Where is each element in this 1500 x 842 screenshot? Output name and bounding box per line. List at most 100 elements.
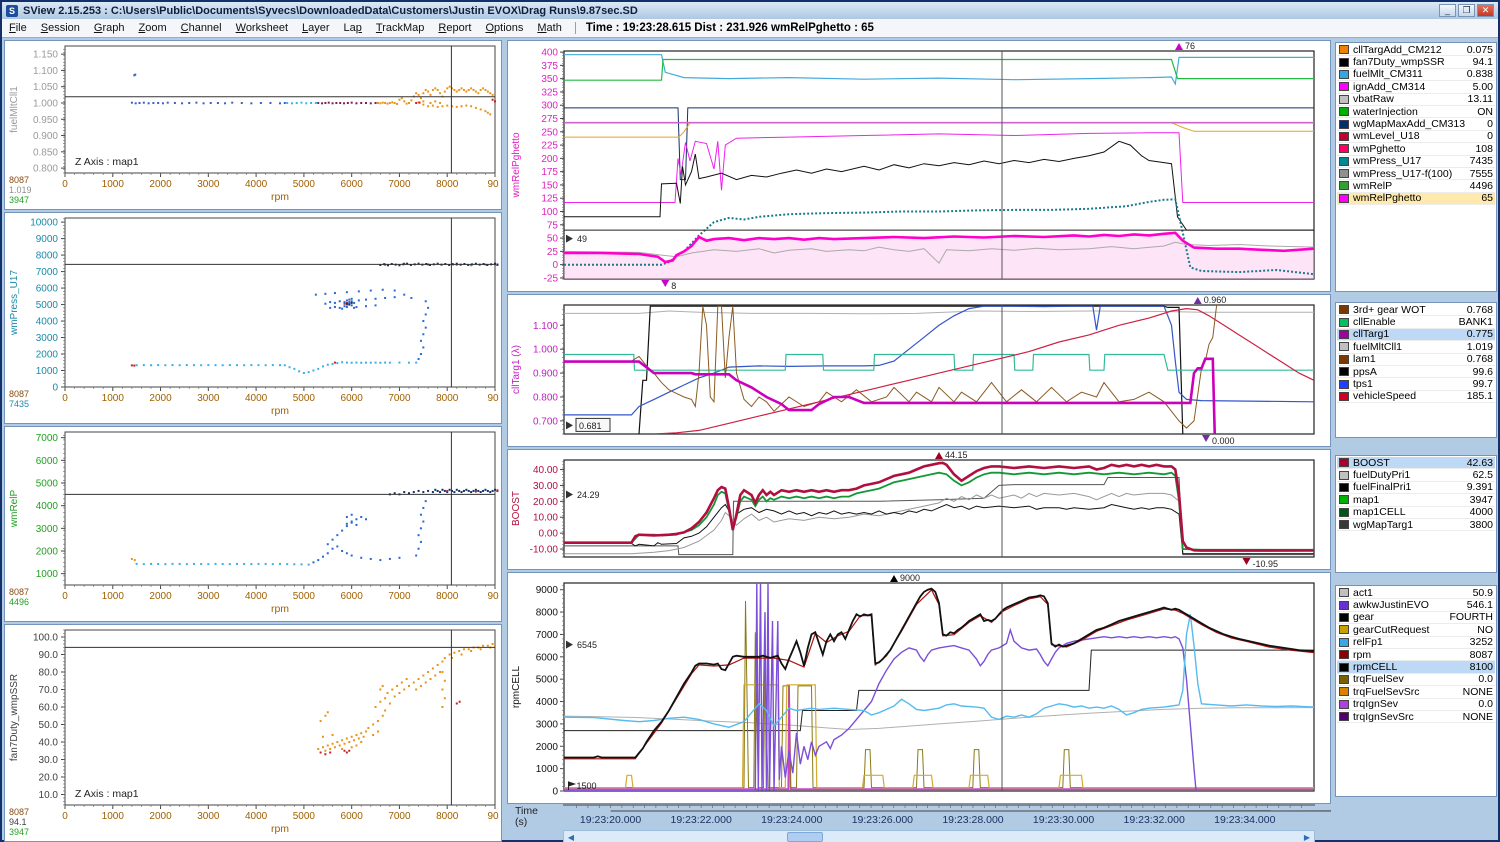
xy-chart-wmPress_U17[interactable]: 1000090008000700060005000400030002000100…: [4, 212, 502, 424]
channel-row-vehicleSpeed[interactable]: vehicleSpeed185.1: [1337, 391, 1495, 403]
minimize-button[interactable]: _: [1439, 4, 1456, 17]
channel-row-map1CELL[interactable]: map1CELL4000: [1337, 507, 1495, 519]
channel-row-3rdgearWOT[interactable]: 3rd+ gear WOT0.768: [1337, 304, 1495, 316]
menu-options[interactable]: Options: [478, 20, 530, 36]
channel-row-fuelMltCM311[interactable]: fuelMlt_CM3110.838: [1337, 69, 1495, 81]
channel-value: 62.5: [1473, 469, 1493, 481]
channel-row-wmPghetto[interactable]: wmPghetto108: [1337, 143, 1495, 155]
svg-text:BOOST: BOOST: [511, 491, 522, 526]
svg-text:2000: 2000: [536, 742, 559, 753]
channel-row-wmPressU17f100[interactable]: wmPress_U17-f(100)7555: [1337, 168, 1495, 180]
channel-row-rpm[interactable]: rpm8087: [1337, 649, 1495, 661]
channel-row-wmLevelU18[interactable]: wmLevel_U180: [1337, 131, 1495, 143]
channel-row-awkwJustinEVO[interactable]: awkwJustinEVO546.1: [1337, 599, 1495, 611]
channel-row-trqIgnSevSrc[interactable]: trqIgnSevSrcNONE: [1337, 711, 1495, 723]
channel-value: 99.6: [1473, 366, 1493, 378]
xy-chart-wmRelP[interactable]: 7000600050004000300020001000010002000300…: [4, 426, 502, 622]
svg-text:40.0: 40.0: [39, 738, 59, 749]
svg-text:275: 275: [541, 114, 558, 125]
svg-text:1000: 1000: [102, 591, 125, 602]
channel-row-wmPressU17[interactable]: wmPress_U177435: [1337, 156, 1495, 168]
menu-trackmap[interactable]: TrackMap: [369, 20, 432, 36]
menu-zoom[interactable]: Zoom: [131, 20, 173, 36]
menu-worksheet[interactable]: Worksheet: [229, 20, 295, 36]
channel-row-rpmCELL[interactable]: rpmCELL8100: [1337, 661, 1495, 673]
channel-row-trqFuelSev[interactable]: trqFuelSev0.0: [1337, 674, 1495, 686]
svg-text:125: 125: [541, 194, 558, 205]
ts-chart-rpmCELL[interactable]: 9000800070006000500040003000200010000900…: [507, 572, 1331, 804]
xy-chart-column: 1.1501.1001.0501.0000.9500.9000.8500.800…: [4, 40, 504, 842]
menu-session[interactable]: Session: [34, 20, 87, 36]
svg-text:1000: 1000: [102, 393, 125, 404]
channel-row-BOOST[interactable]: BOOST42.63: [1337, 457, 1495, 469]
channel-row-act1[interactable]: act150.9: [1337, 587, 1495, 599]
channel-row-gearCutRequest[interactable]: gearCutRequestNO: [1337, 624, 1495, 636]
menu-channel[interactable]: Channel: [174, 20, 229, 36]
channel-panels-column: cllTargAdd_CM2120.075fan7Duty_wmpSSR94.1…: [1335, 42, 1499, 842]
ts-chart-cllTarg1[interactable]: 1.1001.0000.9000.8000.7000.9600.0000.681…: [507, 294, 1331, 447]
channel-name: map1CELL: [1353, 506, 1470, 518]
channel-row-cllEnable[interactable]: cllEnableBANK1: [1337, 316, 1495, 328]
channel-row-cllTarg1[interactable]: cllTarg10.775: [1337, 329, 1495, 341]
channel-row-fan7DutywmpSSR[interactable]: fan7Duty_wmpSSR94.1: [1337, 56, 1495, 68]
xy-chart-fuelMltCll1[interactable]: 1.1501.1001.0501.0000.9500.9000.8500.800…: [4, 40, 502, 210]
channel-row-cllTargAddCM212[interactable]: cllTargAdd_CM2120.075: [1337, 44, 1495, 56]
svg-text:7000: 7000: [36, 433, 59, 444]
scroll-left-arrow[interactable]: ◀: [564, 833, 578, 842]
svg-text:19:23:30.000: 19:23:30.000: [1033, 814, 1094, 826]
xy-chart-fan7Duty_wmpSSR[interactable]: 100.090.080.070.060.050.040.030.020.010.…: [4, 624, 502, 842]
ts-chart-BOOST[interactable]: 40.0030.0020.0010.000.00-10.0044.15-10.9…: [507, 449, 1331, 570]
ts-chart-wmRelPghetto[interactable]: 4003753503253002752502252001751501251007…: [507, 40, 1331, 292]
channel-row-fuelMltCll1[interactable]: fuelMltCll11.019: [1337, 341, 1495, 353]
svg-text:100: 100: [541, 207, 558, 218]
channel-row-map1[interactable]: map13947: [1337, 494, 1495, 506]
svg-text:5000: 5000: [293, 811, 316, 822]
channel-value: ON: [1477, 106, 1493, 118]
channel-row-wgMapMaxAddCM313[interactable]: wgMapMaxAdd_CM3130: [1337, 118, 1495, 130]
channel-row-wmRelPghetto[interactable]: wmRelPghetto65: [1337, 193, 1495, 205]
svg-text:19:23:34.000: 19:23:34.000: [1214, 814, 1275, 826]
menu-math[interactable]: Math: [530, 20, 568, 36]
channel-row-wmRelP[interactable]: wmRelP4496: [1337, 180, 1495, 192]
scroll-track[interactable]: [578, 832, 1300, 842]
close-button[interactable]: ✕: [1477, 4, 1494, 17]
channel-value: 5.00: [1473, 81, 1493, 93]
scroll-right-arrow[interactable]: ▶: [1300, 833, 1314, 842]
svg-text:5000: 5000: [536, 675, 559, 686]
svg-text:0: 0: [62, 179, 68, 190]
menu-report[interactable]: Report: [431, 20, 478, 36]
menu-lap[interactable]: Lap: [337, 20, 369, 36]
cursor-status-readout: Time : 19:23:28.615 Dist : 231.926 wmRel…: [575, 22, 874, 34]
menu-file[interactable]: File: [2, 20, 34, 36]
menu-graph[interactable]: Graph: [87, 20, 132, 36]
maximize-button[interactable]: ❐: [1458, 4, 1475, 17]
channel-row-lam1[interactable]: lam10.768: [1337, 354, 1495, 366]
svg-text:60.0: 60.0: [39, 703, 59, 714]
channel-row-relFp1[interactable]: relFp13252: [1337, 637, 1495, 649]
channel-row-waterInjection[interactable]: waterInjectionON: [1337, 106, 1495, 118]
channel-color-swatch: [1339, 367, 1349, 376]
channel-row-ppsA[interactable]: ppsA99.6: [1337, 366, 1495, 378]
svg-text:0: 0: [52, 383, 58, 394]
menu-layer[interactable]: Layer: [295, 20, 337, 36]
svg-text:325: 325: [541, 87, 558, 98]
time-scrollbar[interactable]: ◀▶: [563, 830, 1315, 842]
channel-color-swatch: [1339, 169, 1349, 178]
channel-row-trqIgnSev[interactable]: trqIgnSev0.0: [1337, 699, 1495, 711]
channel-row-ignAddCM314[interactable]: ignAdd_CM3145.00: [1337, 81, 1495, 93]
svg-text:2000: 2000: [149, 811, 172, 822]
svg-text:fan7Duty_wmpSSR: fan7Duty_wmpSSR: [9, 674, 20, 761]
channel-value: 185.1: [1467, 390, 1493, 402]
channel-name: fuelMltCll1: [1353, 341, 1467, 353]
channel-row-tps1[interactable]: tps199.7: [1337, 378, 1495, 390]
channel-row-fuelDutyPri1[interactable]: fuelDutyPri162.5: [1337, 469, 1495, 481]
channel-row-trqFuelSevSrc[interactable]: trqFuelSevSrcNONE: [1337, 686, 1495, 698]
channel-row-gear[interactable]: gearFOURTH: [1337, 612, 1495, 624]
channel-value: 0.768: [1467, 304, 1493, 316]
channel-color-swatch: [1339, 471, 1349, 480]
channel-color-swatch: [1339, 520, 1349, 529]
channel-row-wgMapTarg1[interactable]: wgMapTarg13800: [1337, 519, 1495, 531]
channel-row-vbatRaw[interactable]: vbatRaw13.11: [1337, 94, 1495, 106]
scroll-thumb[interactable]: [787, 832, 823, 842]
channel-row-fuelFinalPri1[interactable]: fuelFinalPri19.391: [1337, 482, 1495, 494]
